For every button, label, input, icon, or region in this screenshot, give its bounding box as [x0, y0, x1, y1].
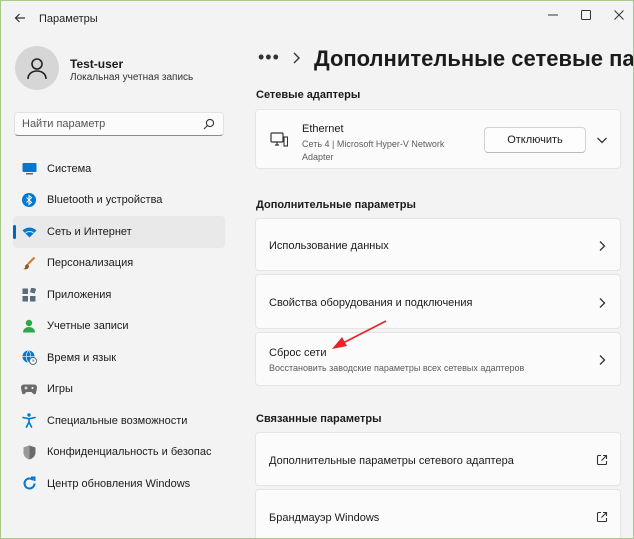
close-icon [614, 10, 624, 20]
adapter-name: Ethernet [302, 123, 344, 135]
back-button[interactable] [9, 7, 31, 29]
search-input[interactable] [22, 117, 197, 131]
page-title: Дополнительные сетевые пара [314, 46, 634, 71]
sidebar-item-personalization[interactable]: Персонализация [13, 248, 225, 280]
sidebar-item-accounts[interactable]: Учетные записи [13, 311, 225, 343]
sidebar-item-label: Конфиденциальность и безопас [47, 446, 212, 459]
sidebar-item-label: Сеть и Интернет [47, 225, 132, 238]
settings-window: Параметры Test-user Локальная учетная за… [0, 0, 634, 539]
section-heading-adapters: Сетевые адаптеры [256, 89, 361, 101]
sidebar-item-label: Специальные возможности [47, 414, 188, 427]
item-title: Сброс сети [269, 347, 327, 359]
accessibility-icon [21, 413, 37, 429]
breadcrumb-chevron-icon [293, 52, 300, 64]
account-type: Локальная учетная запись [70, 72, 194, 83]
hardware-properties-item[interactable]: Свойства оборудования и подключения [255, 274, 621, 329]
external-link-icon [596, 511, 608, 523]
minimize-icon [548, 14, 558, 16]
app-title: Параметры [39, 13, 98, 25]
title-bar: Параметры [1, 1, 633, 37]
search-box[interactable] [14, 112, 224, 136]
sidebar-item-label: Bluetooth и устройства [47, 194, 163, 207]
apps-icon [21, 287, 37, 303]
sidebar-item-gaming[interactable]: Игры [13, 374, 225, 406]
item-title: Дополнительные параметры сетевого адапте… [269, 455, 514, 467]
item-title: Брандмауэр Windows [269, 512, 380, 524]
gamepad-icon [21, 381, 37, 397]
item-subtitle: Восстановить заводские параметры всех се… [269, 363, 525, 373]
monitor-icon [21, 161, 37, 177]
adapter-card-ethernet[interactable]: Ethernet Сеть 4 | Microsoft Hyper-V Netw… [255, 109, 621, 169]
sidebar-item-windows-update[interactable]: Центр обновления Windows [13, 468, 225, 500]
chevron-down-icon[interactable] [595, 133, 609, 147]
sidebar-item-label: Время и язык [47, 351, 117, 364]
sidebar-item-label: Игры [47, 383, 73, 396]
sidebar-item-privacy[interactable]: Конфиденциальность и безопас [13, 437, 225, 469]
network-reset-item[interactable]: Сброс сети Восстановить заводские параме… [255, 332, 621, 386]
chevron-right-icon [599, 241, 606, 251]
maximize-button[interactable] [573, 5, 599, 25]
sidebar-nav: Система Bluetooth и устройства Сеть и Ин… [13, 153, 225, 500]
data-usage-item[interactable]: Использование данных [255, 218, 621, 271]
bluetooth-icon [21, 192, 37, 208]
close-button[interactable] [606, 5, 632, 25]
item-title: Использование данных [269, 240, 389, 252]
chevron-right-icon [599, 355, 606, 365]
chevron-right-icon [599, 298, 606, 308]
ethernet-pc-icon [270, 132, 288, 147]
sidebar-item-accessibility[interactable]: Специальные возможности [13, 405, 225, 437]
wifi-icon [21, 224, 37, 240]
maximize-icon [581, 10, 591, 20]
shield-icon [21, 444, 37, 460]
sidebar-item-system[interactable]: Система [13, 153, 225, 185]
sidebar-item-label: Приложения [47, 288, 112, 301]
globe-clock-icon [21, 350, 37, 366]
update-icon [21, 476, 37, 492]
item-title: Свойства оборудования и подключения [269, 297, 473, 309]
back-arrow-icon [14, 13, 25, 23]
minimize-button[interactable] [540, 5, 566, 25]
avatar[interactable] [15, 46, 59, 90]
section-heading-more: Дополнительные параметры [256, 199, 416, 211]
disable-adapter-button[interactable]: Отключить [484, 127, 586, 153]
section-heading-related: Связанные параметры [256, 413, 382, 425]
sidebar-item-network[interactable]: Сеть и Интернет [13, 216, 225, 248]
sidebar-item-apps[interactable]: Приложения [13, 279, 225, 311]
brush-icon [21, 255, 37, 271]
sidebar-item-label: Персонализация [47, 257, 134, 270]
adapter-description: Сеть 4 | Microsoft Hyper-V Network Adapt… [302, 139, 445, 162]
sidebar-item-label: Центр обновления Windows [47, 477, 191, 490]
sidebar-item-bluetooth[interactable]: Bluetooth и устройства [13, 185, 225, 217]
user-name: Test-user [70, 57, 124, 71]
sidebar-item-label: Учетные записи [47, 320, 129, 333]
breadcrumb-more-button[interactable]: ••• [258, 47, 280, 68]
firewall-item[interactable]: Брандмауэр Windows [255, 489, 621, 538]
sidebar-item-label: Система [47, 162, 92, 175]
sidebar-item-time-language[interactable]: Время и язык [13, 342, 225, 374]
external-link-icon [596, 454, 608, 466]
person-icon [21, 318, 37, 334]
user-icon [27, 58, 47, 80]
adapter-options-item[interactable]: Дополнительные параметры сетевого адапте… [255, 432, 621, 486]
search-icon[interactable] [203, 118, 215, 130]
